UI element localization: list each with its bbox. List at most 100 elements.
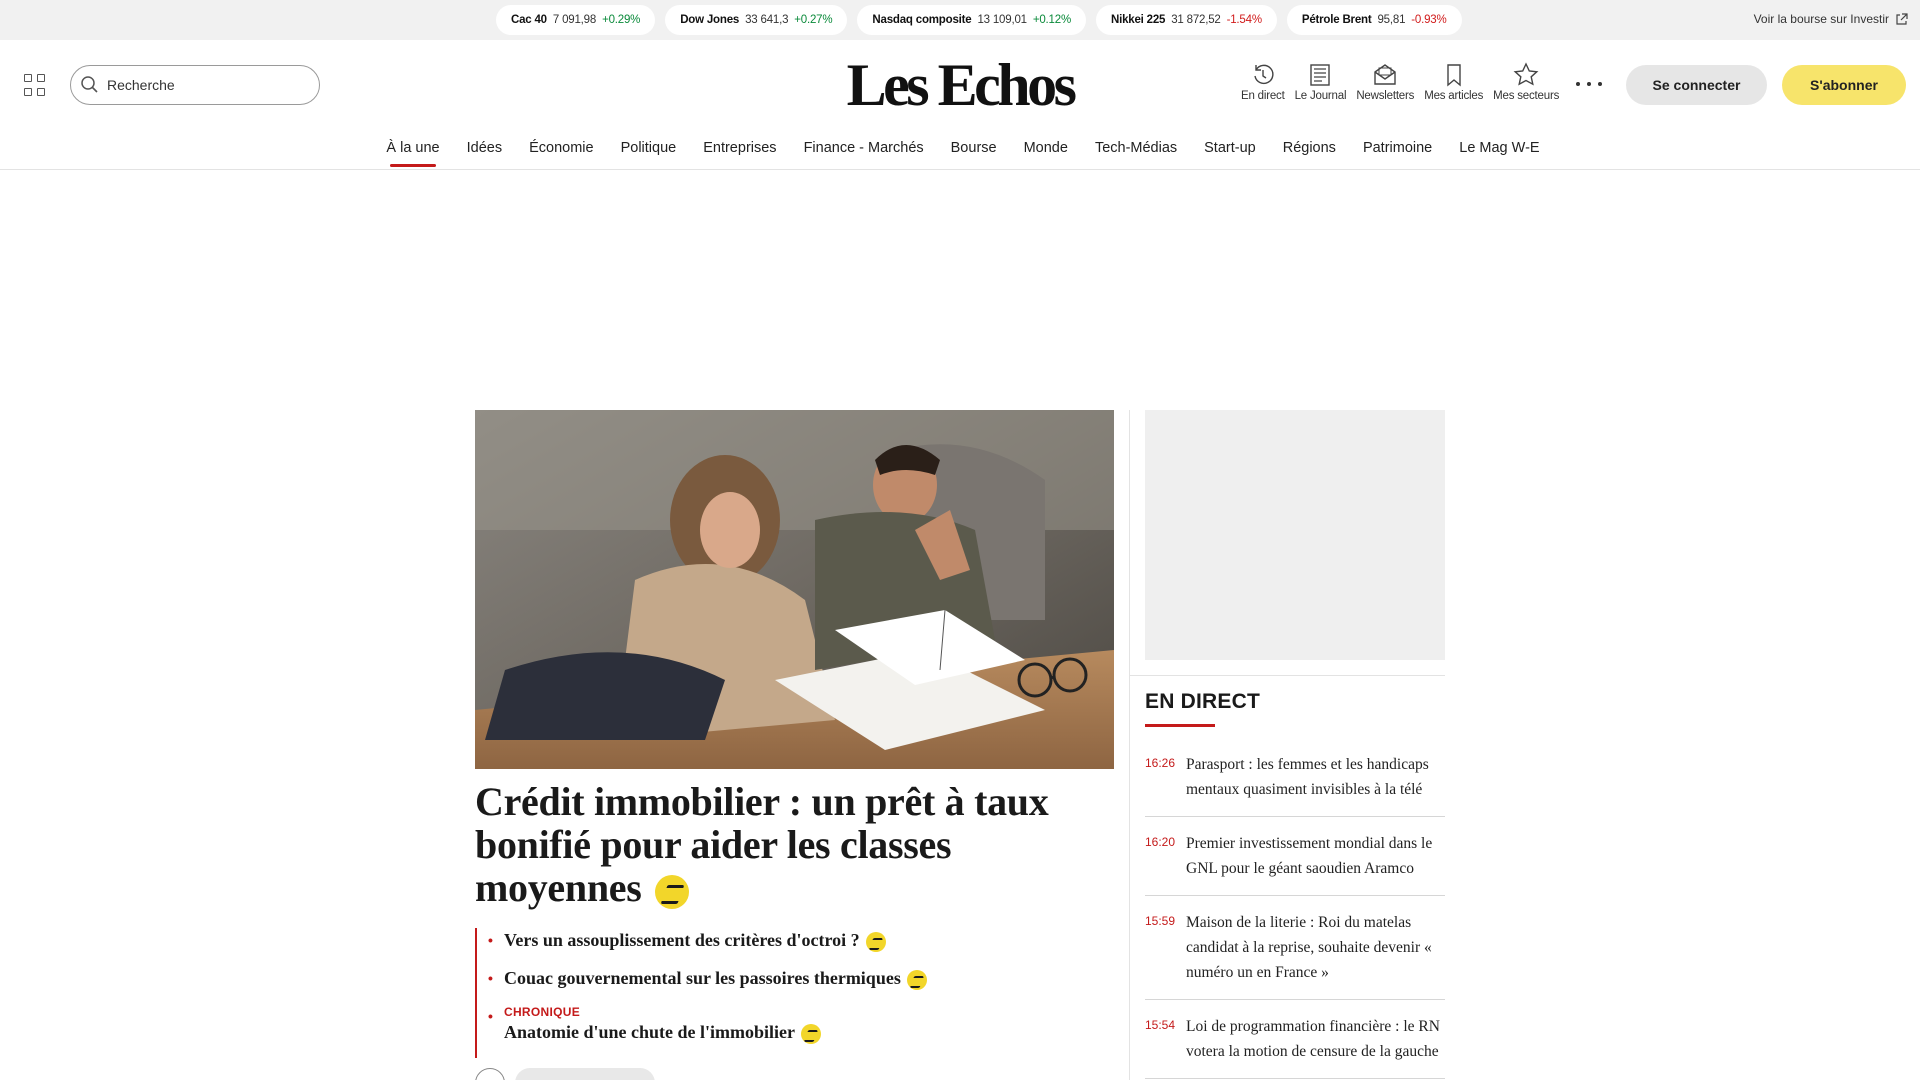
- premium-badge-icon: [655, 874, 690, 909]
- live-text: Maison de la literie : Roi du matelas ca…: [1186, 914, 1432, 981]
- sidebar-divider: [1130, 675, 1445, 676]
- quote-value: 95,81: [1377, 14, 1406, 26]
- hero-illustration: [475, 410, 1114, 769]
- save-article-icon[interactable]: [475, 1068, 505, 1080]
- market-quotes: Cac 40 7 091,98 +0.29% Dow Jones 33 641,…: [496, 5, 1462, 35]
- related-title: Couac gouvernemental sur les passoires t…: [504, 968, 901, 988]
- nav-item-bourse[interactable]: Bourse: [951, 136, 997, 164]
- quote-value: 33 641,3: [745, 14, 789, 26]
- more-options-icon[interactable]: [1576, 73, 1602, 95]
- article-action-button[interactable]: [515, 1068, 655, 1080]
- article-actions: [475, 1068, 655, 1080]
- quote-name: Dow Jones: [680, 14, 740, 26]
- main-nav: À la une Idées Économie Politique Entrep…: [0, 136, 1920, 170]
- tool-newsletters[interactable]: Newsletters: [1351, 62, 1419, 102]
- live-time: 15:59: [1145, 914, 1176, 928]
- quote-cac40[interactable]: Cac 40 7 091,98 +0.29%: [496, 5, 656, 35]
- quote-dow-jones[interactable]: Dow Jones 33 641,3 +0.27%: [665, 5, 848, 35]
- investir-link[interactable]: Voir la bourse sur Investir: [1754, 12, 1908, 26]
- quote-change: +0.29%: [602, 14, 641, 26]
- quote-change: +0.27%: [794, 14, 833, 26]
- tool-label: Mes articles: [1424, 90, 1484, 102]
- nav-item-finance-marches[interactable]: Finance - Marchés: [804, 136, 924, 164]
- headline-text: Crédit immobilier : un prêt à taux bonif…: [475, 779, 1049, 910]
- tool-label: Mes secteurs: [1493, 90, 1560, 102]
- live-text: Loi de programmation financière : le RN …: [1186, 1018, 1440, 1060]
- live-text: Premier investissement mondial dans le G…: [1186, 835, 1433, 877]
- live-time: 16:20: [1145, 835, 1176, 849]
- quote-nasdaq[interactable]: Nasdaq composite 13 109,01 +0.12%: [857, 5, 1086, 35]
- quote-name: Nikkei 225: [1110, 14, 1166, 26]
- live-item[interactable]: 16:26 Parasport : les femmes et les hand…: [1145, 752, 1445, 817]
- quote-name: Cac 40: [511, 14, 547, 26]
- quote-value: 7 091,98: [552, 14, 597, 26]
- quote-change: -1.54%: [1226, 14, 1262, 26]
- quote-name: Nasdaq composite: [872, 14, 972, 26]
- nav-item-economie[interactable]: Économie: [529, 136, 593, 164]
- live-item[interactable]: 16:20 Premier investissement mondial dan…: [1145, 831, 1445, 896]
- tool-label: En direct: [1241, 90, 1285, 102]
- main-headline[interactable]: Crédit immobilier : un prêt à taux bonif…: [475, 780, 1115, 909]
- tool-label: Newsletters: [1356, 90, 1415, 102]
- investir-link-label: Voir la bourse sur Investir: [1753, 12, 1889, 26]
- advertisement-box: [1145, 410, 1445, 660]
- external-link-icon: [1896, 12, 1908, 25]
- related-title: Anatomie d'une chute de l'immobilier: [504, 1022, 795, 1042]
- nav-item-start-up[interactable]: Start-up: [1204, 136, 1256, 164]
- apps-grid-icon[interactable]: [24, 74, 46, 96]
- tool-en-direct[interactable]: En direct: [1236, 62, 1290, 102]
- nav-item-entreprises[interactable]: Entreprises: [703, 136, 776, 164]
- search-input[interactable]: [107, 77, 287, 93]
- related-articles: Vers un assouplissement des critères d'o…: [475, 928, 1115, 1058]
- envelope-icon: [1374, 64, 1396, 85]
- premium-badge-icon: [866, 931, 887, 952]
- nav-item-le-mag-we[interactable]: Le Mag W-E: [1459, 136, 1539, 164]
- clock-refresh-icon: [1254, 64, 1274, 85]
- search-icon: [81, 76, 98, 93]
- market-ticker-bar: Cac 40 7 091,98 +0.29% Dow Jones 33 641,…: [0, 0, 1920, 40]
- live-text: Parasport : les femmes et les handicaps …: [1186, 756, 1429, 798]
- live-news-list: 16:26 Parasport : les femmes et les hand…: [1145, 752, 1445, 1080]
- live-item[interactable]: 15:54 Loi de programmation financière : …: [1145, 1014, 1445, 1079]
- tool-label: Le Journal: [1294, 90, 1347, 102]
- nav-item-tech-medias[interactable]: Tech-Médias: [1095, 136, 1177, 164]
- tool-mes-secteurs[interactable]: Mes secteurs: [1488, 62, 1564, 102]
- tool-mes-articles[interactable]: Mes articles: [1419, 62, 1488, 102]
- subscribe-button[interactable]: S'abonner: [1782, 65, 1906, 105]
- nav-item-patrimoine[interactable]: Patrimoine: [1363, 136, 1432, 164]
- quote-change: +0.12%: [1032, 14, 1071, 26]
- live-time: 16:26: [1145, 756, 1176, 770]
- search-box[interactable]: [70, 65, 320, 105]
- related-article-1[interactable]: Vers un assouplissement des critères d'o…: [488, 928, 1115, 952]
- nav-item-monde[interactable]: Monde: [1024, 136, 1068, 164]
- premium-badge-icon: [907, 969, 928, 990]
- live-title-underline: [1145, 724, 1215, 727]
- quote-nikkei[interactable]: Nikkei 225 31 872,52 -1.54%: [1095, 5, 1277, 35]
- nav-item-regions[interactable]: Régions: [1283, 136, 1336, 164]
- quote-value: 31 872,52: [1171, 14, 1221, 26]
- header-tools: En direct Le Journal Newsletters Mes art…: [1236, 62, 1564, 102]
- related-title: Vers un assouplissement des critères d'o…: [504, 930, 860, 950]
- related-article-3[interactable]: CHRONIQUE Anatomie d'une chute de l'immo…: [488, 1004, 1115, 1044]
- related-article-2[interactable]: Couac gouvernemental sur les passoires t…: [488, 966, 1115, 990]
- column-divider: [1129, 410, 1130, 1080]
- nav-item-idees[interactable]: Idées: [467, 136, 502, 164]
- bookmark-icon: [1446, 64, 1461, 87]
- quote-value: 13 109,01: [977, 14, 1027, 26]
- quote-change: -0.93%: [1411, 14, 1447, 26]
- newspaper-icon: [1310, 64, 1331, 86]
- live-section-title[interactable]: EN DIRECT: [1145, 690, 1260, 714]
- hero-article-image[interactable]: [475, 410, 1114, 769]
- live-item[interactable]: 15:59 Maison de la literie : Roi du mate…: [1145, 910, 1445, 1000]
- les-echos-logo[interactable]: Les Echos: [838, 50, 1082, 120]
- star-icon: [1513, 62, 1539, 86]
- live-time: 15:54: [1145, 1018, 1176, 1032]
- quote-name: Pétrole Brent: [1301, 14, 1372, 26]
- nav-item-politique[interactable]: Politique: [621, 136, 677, 164]
- quote-brent[interactable]: Pétrole Brent 95,81 -0.93%: [1286, 5, 1462, 35]
- login-button[interactable]: Se connecter: [1626, 65, 1767, 105]
- tool-le-journal[interactable]: Le Journal: [1290, 62, 1352, 102]
- nav-item-a-la-une[interactable]: À la une: [386, 136, 440, 167]
- premium-badge-icon: [801, 1023, 822, 1044]
- related-kicker: CHRONIQUE: [504, 1005, 581, 1019]
